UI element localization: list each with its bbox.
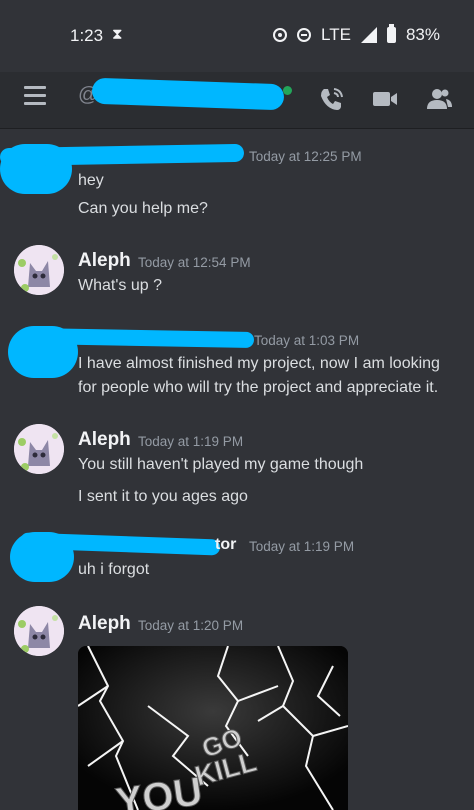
location-icon xyxy=(273,28,288,42)
message: Aleph Today at 1:19 PM You still haven't… xyxy=(0,421,474,511)
message-timestamp: Today at 1:03 PM xyxy=(254,333,360,348)
status-time: 1:23 xyxy=(70,26,104,45)
message-text: I have almost finished my project, now I… xyxy=(78,355,440,372)
network-type: LTE xyxy=(321,25,351,44)
voice-call-icon[interactable] xyxy=(316,84,346,114)
message-author[interactable]: Aleph xyxy=(78,613,131,635)
message: Aleph Today at 12:54 PM What's up ? xyxy=(0,242,474,302)
message-timestamp: Today at 12:25 PM xyxy=(249,149,362,164)
hourglass-icon: ⧗ xyxy=(112,26,123,43)
redaction-scribble xyxy=(91,77,285,111)
message-text: You still haven't played my game though xyxy=(78,456,364,473)
message-timestamp: Today at 1:19 PM xyxy=(138,434,244,449)
menu-icon[interactable] xyxy=(24,86,46,105)
battery-percent: 83% xyxy=(405,25,440,44)
message-timestamp: Today at 1:20 PM xyxy=(138,618,244,633)
status-bar: 1:23 ⧗ LTE 83% xyxy=(0,0,474,72)
message: Today at 1:03 PM I have almost finished … xyxy=(0,322,474,402)
avatar[interactable] xyxy=(14,245,64,295)
video-call-icon[interactable] xyxy=(370,84,400,114)
lightning-image: GO KILL YOU xyxy=(78,646,348,810)
message: tor Today at 1:19 PM uh i forgot xyxy=(0,528,474,588)
message: Today at 12:25 PM hey Can you help me? xyxy=(0,138,474,228)
image-attachment[interactable]: GO KILL YOU xyxy=(78,646,348,810)
message-text: for people who will try the project and … xyxy=(78,379,439,396)
message-author[interactable]: Aleph xyxy=(78,429,131,451)
status-indicators: LTE 83% xyxy=(273,24,440,45)
signal-icon xyxy=(360,27,377,43)
message-timestamp: Today at 12:54 PM xyxy=(138,255,251,270)
online-status-dot xyxy=(283,86,292,95)
channel-header: @ R xyxy=(0,72,474,129)
message-timestamp: Today at 1:19 PM xyxy=(249,539,355,554)
message-text: hey xyxy=(78,172,104,189)
message-text: Can you help me? xyxy=(78,200,208,217)
message-text: I sent it to you ages ago xyxy=(78,488,248,505)
message-author[interactable]: Aleph xyxy=(78,250,131,272)
avatar[interactable] xyxy=(14,424,64,474)
message-author[interactable]: tor xyxy=(215,536,236,554)
battery-icon xyxy=(386,24,396,43)
redaction-scribble xyxy=(0,143,245,167)
avatar[interactable] xyxy=(14,606,64,656)
message-text: uh i forgot xyxy=(78,561,150,578)
message-text: What's up ? xyxy=(78,277,162,294)
members-icon[interactable] xyxy=(424,84,454,114)
message: Aleph Today at 1:20 PM xyxy=(0,603,474,656)
do-not-disturb-icon xyxy=(297,28,312,42)
